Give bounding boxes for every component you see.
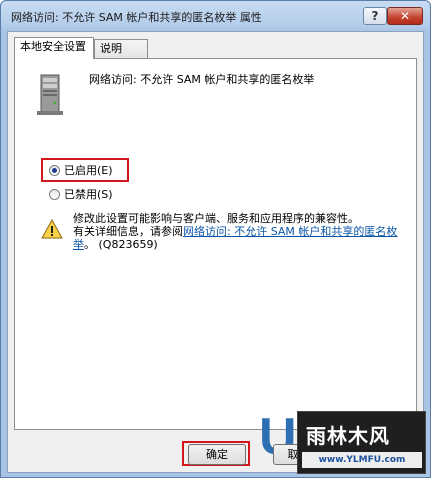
ok-button[interactable]: 确定 xyxy=(188,444,246,465)
disabled-label: 已禁用(S) xyxy=(64,188,113,201)
compatibility-warning: 修改此设置可能影响与客户端、服务和应用程序的兼容性。 有关详细信息，请参阅网络访… xyxy=(73,212,408,251)
enabled-label: 已启用(E) xyxy=(64,164,113,177)
enabled-radio[interactable] xyxy=(49,165,60,176)
close-button[interactable]: ✕ xyxy=(387,7,423,25)
warning-suffix: 。 (Q823659) xyxy=(84,238,158,251)
tab-explain[interactable]: 说明 xyxy=(94,39,148,59)
watermark-url: www.YLMFU.com xyxy=(302,452,422,468)
enabled-option[interactable]: 已启用(E) xyxy=(49,162,113,180)
warning-icon xyxy=(41,219,63,239)
tab-panel: 网络访问: 不允许 SAM 帐户和共享的匿名枚举 已启用(E) 已禁用(S) 修… xyxy=(14,58,417,430)
warning-line: 修改此设置可能影响与客户端、服务和应用程序的兼容性。 xyxy=(73,212,359,225)
title-bar[interactable]: 网络访问: 不允许 SAM 帐户和共享的匿名枚举 属性 ? ✕ xyxy=(1,1,430,31)
watermark-logo: 雨林木风 www.YLMFU.com xyxy=(297,411,426,474)
properties-dialog: 网络访问: 不允许 SAM 帐户和共享的匿名枚举 属性 ? ✕ 本地安全设置 说… xyxy=(0,0,431,478)
disabled-radio[interactable] xyxy=(49,189,60,200)
disabled-option[interactable]: 已禁用(S) xyxy=(49,186,113,204)
policy-name: 网络访问: 不允许 SAM 帐户和共享的匿名枚举 xyxy=(89,73,315,86)
dialog-body: 本地安全设置 说明 网络访问: 不允许 SAM 帐户和共享的匿名枚举 已启用(E… xyxy=(7,31,424,473)
tab-local-security-setting[interactable]: 本地安全设置 xyxy=(14,37,94,59)
warning-prefix: 有关详细信息，请参阅 xyxy=(73,225,183,238)
watermark-title: 雨林木风 xyxy=(306,424,390,448)
server-icon xyxy=(37,74,63,115)
help-button[interactable]: ? xyxy=(363,7,387,25)
window-title: 网络访问: 不允许 SAM 帐户和共享的匿名枚举 属性 xyxy=(11,11,262,24)
